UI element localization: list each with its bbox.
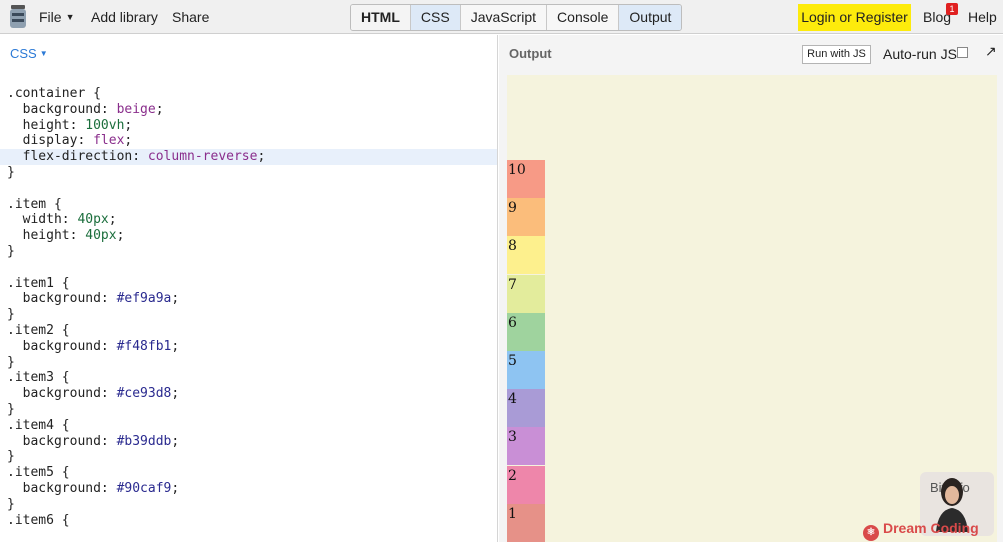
flex-item-6: 6	[507, 312, 545, 351]
code-line[interactable]: background: #b39ddb;	[0, 434, 497, 450]
css-editor-panel: CSS ▼ .container { background: beige; hei…	[0, 35, 498, 542]
chevron-down-icon: ▼	[65, 12, 75, 22]
language-selector[interactable]: CSS ▼	[10, 46, 48, 61]
channel-watermark: ⚛ Dream Coding	[863, 520, 979, 541]
tab-html[interactable]: HTML	[351, 5, 411, 30]
flex-item-10: 10	[507, 160, 545, 198]
share-button[interactable]: Share	[172, 9, 209, 25]
code-line[interactable]: .item5 {	[0, 465, 497, 481]
tab-output[interactable]: Output	[619, 5, 682, 30]
code-line[interactable]: .container {	[0, 86, 497, 102]
flex-item-9: 9	[507, 198, 545, 237]
flex-item-8: 8	[507, 236, 545, 275]
tab-css[interactable]: CSS	[410, 5, 461, 30]
code-line[interactable]: .item4 {	[0, 418, 497, 434]
code-line[interactable]	[0, 181, 497, 197]
code-line[interactable]: background: #f48fb1;	[0, 339, 497, 355]
file-menu[interactable]: File ▼	[39, 9, 74, 25]
panel-tabs: HTML CSS JavaScript Console Output	[350, 4, 683, 31]
output-title: Output	[509, 46, 552, 61]
code-line[interactable]: }	[0, 165, 497, 181]
tab-console[interactable]: Console	[547, 5, 620, 30]
auto-run-checkbox[interactable]	[957, 47, 968, 58]
auto-run-label: Auto-run JS	[883, 46, 957, 62]
code-line[interactable]: height: 100vh;	[0, 118, 497, 134]
language-label: CSS	[10, 46, 37, 61]
react-logo-icon: ⚛	[863, 525, 879, 541]
code-line[interactable]: .item1 {	[0, 276, 497, 292]
code-line[interactable]: .item6 {	[0, 513, 497, 529]
flex-item-1: 1	[507, 503, 545, 542]
login-register-button[interactable]: Login or Register	[798, 4, 911, 31]
code-line[interactable]: }	[0, 449, 497, 465]
output-panel: Output Run with JS Auto-run JS ↗ 10 9 8 7 6 5…	[499, 35, 1003, 542]
code-line[interactable]: }	[0, 497, 497, 513]
add-library-button[interactable]: Add library	[91, 9, 158, 25]
code-line[interactable]: }	[0, 307, 497, 323]
flex-item-3: 3	[507, 427, 545, 466]
code-line[interactable]: background: #ef9a9a;	[0, 291, 497, 307]
file-menu-label: File	[39, 9, 62, 25]
code-line[interactable]: }	[0, 402, 497, 418]
code-line[interactable]: background: #90caf9;	[0, 481, 497, 497]
code-line[interactable]: .item2 {	[0, 323, 497, 339]
flex-item-5: 5	[507, 351, 545, 389]
expand-icon[interactable]: ↗	[985, 43, 997, 60]
code-line[interactable]: .item3 {	[0, 370, 497, 386]
chevron-down-icon: ▼	[39, 49, 48, 58]
watermark-text: Dream Coding	[883, 520, 979, 536]
flex-item-2: 2	[507, 465, 545, 504]
code-line[interactable]: }	[0, 244, 497, 260]
code-line[interactable]: }	[0, 355, 497, 371]
run-with-js-button[interactable]: Run with JS	[802, 45, 871, 64]
tab-javascript[interactable]: JavaScript	[461, 5, 548, 30]
code-line[interactable]: display: flex;	[0, 133, 497, 149]
flex-item-7: 7	[507, 274, 545, 313]
jar-icon[interactable]	[8, 4, 28, 30]
code-editor[interactable]: .container { background: beige; height: …	[0, 86, 497, 529]
flex-item-4: 4	[507, 389, 545, 428]
blog-notification-badge: 1	[946, 3, 958, 15]
help-link[interactable]: Help	[968, 9, 997, 25]
code-line[interactable]: background: beige;	[0, 102, 497, 118]
code-line[interactable]: background: #ce93d8;	[0, 386, 497, 402]
code-line[interactable]: .item {	[0, 197, 497, 213]
code-line[interactable]: height: 40px;	[0, 228, 497, 244]
code-line[interactable]	[0, 260, 497, 276]
code-line[interactable]: width: 40px;	[0, 212, 497, 228]
code-line[interactable]: flex-direction: column-reverse;	[0, 149, 497, 165]
top-toolbar: File ▼ Add library Share HTML CSS JavaScr…	[0, 0, 1003, 34]
